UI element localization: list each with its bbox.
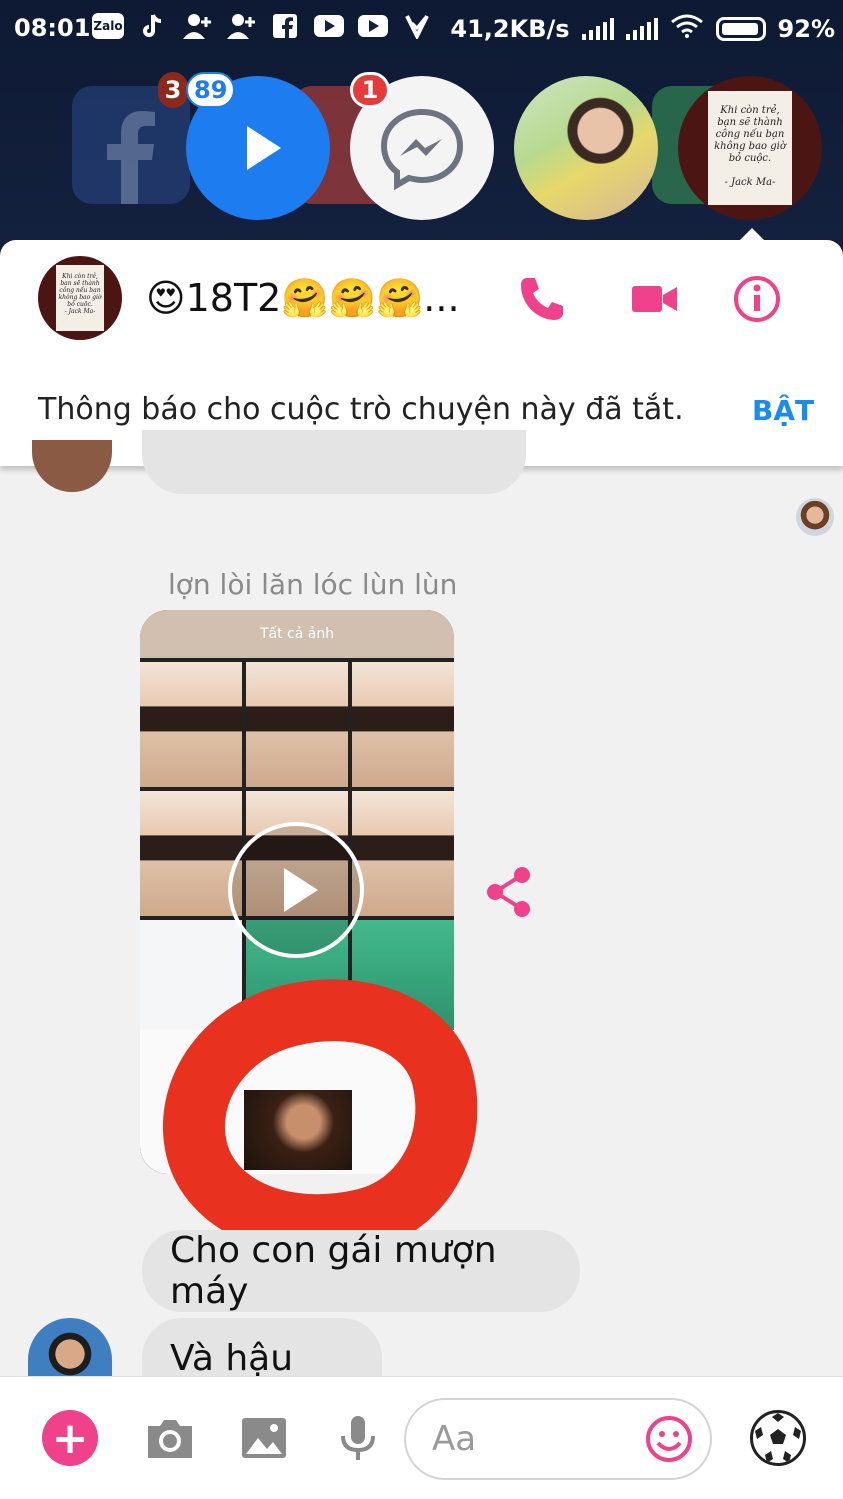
gallery-title: Tất cả ảnh: [259, 626, 335, 642]
quote-image: Khi còn trẻ, bạn sẽ thành công nếu bạn k…: [56, 265, 104, 331]
play-icon: [284, 868, 318, 912]
video-call-icon[interactable]: [630, 274, 680, 324]
youtube-icon: [358, 15, 388, 37]
facebook-icon: [270, 12, 300, 40]
conversation-title[interactable]: 😍18T2🤗🤗🤗...: [146, 276, 460, 321]
add-friend-icon: [182, 12, 212, 40]
zalo-icon: Zalo: [92, 13, 124, 39]
microphone-icon[interactable]: [332, 1412, 384, 1464]
message-text: Cho con gái mượn máy: [170, 1230, 497, 1312]
emoji-icon[interactable]: [644, 1414, 694, 1464]
play-icon: [247, 126, 281, 170]
notification-icons: Zalo: [92, 12, 432, 40]
turn-on-notifications-button[interactable]: BẬT: [752, 394, 814, 427]
clock: 08:01: [14, 14, 91, 42]
wifi-icon: [670, 14, 704, 44]
signal-icon: [625, 18, 658, 40]
battery-icon: [715, 17, 766, 41]
notification-badge: 3: [158, 72, 188, 108]
gallery-header: Tất cả ảnh: [140, 610, 454, 658]
message-bubble: [142, 430, 526, 494]
camera-icon[interactable]: [144, 1412, 196, 1464]
gallery-icon[interactable]: [238, 1412, 290, 1464]
sender-avatar[interactable]: [32, 440, 112, 492]
status-bar: 08:01 Zalo 41,2KB/s 92%: [0, 0, 843, 56]
soccer-ball-icon[interactable]: [750, 1410, 806, 1466]
signal-icon: [581, 18, 614, 40]
phone-call-icon[interactable]: [516, 274, 566, 324]
read-receipt-avatar: [796, 498, 834, 536]
more-actions-button[interactable]: +: [42, 1410, 98, 1466]
youtube-icon: [314, 15, 344, 37]
sender-avatar[interactable]: [28, 1318, 112, 1378]
unread-badge: 1: [350, 72, 390, 108]
message-bubble: Cho con gái mượn máy: [142, 1230, 580, 1312]
battery-level: 92%: [777, 15, 835, 43]
group-avatar[interactable]: Khi còn trẻ, bạn sẽ thành công nếu bạn k…: [38, 256, 122, 340]
quote-image: Khi còn trẻ, bạn sẽ thành công nếu bạn k…: [708, 91, 792, 205]
message-input-container: [404, 1398, 712, 1480]
messenger-icon: [380, 108, 464, 191]
network-speed: 41,2KB/s: [450, 15, 570, 43]
tiktok-icon: [138, 12, 168, 40]
add-friend-icon: [226, 12, 256, 40]
share-icon[interactable]: [486, 866, 532, 918]
unread-badge: 89: [186, 72, 236, 108]
contact-chat-head[interactable]: [514, 76, 658, 220]
play-button[interactable]: [228, 822, 364, 958]
muted-notice: Thông báo cho cuộc trò chuyện này đã tắt…: [38, 392, 684, 427]
download-icon: [402, 12, 432, 40]
info-icon[interactable]: [732, 274, 782, 324]
message-caption: lợn lòi lăn lóc lùn lùn: [168, 568, 458, 601]
message-input[interactable]: [432, 1414, 632, 1464]
group-chat-head[interactable]: Khi còn trẻ, bạn sẽ thành công nếu bạn k…: [678, 76, 822, 220]
